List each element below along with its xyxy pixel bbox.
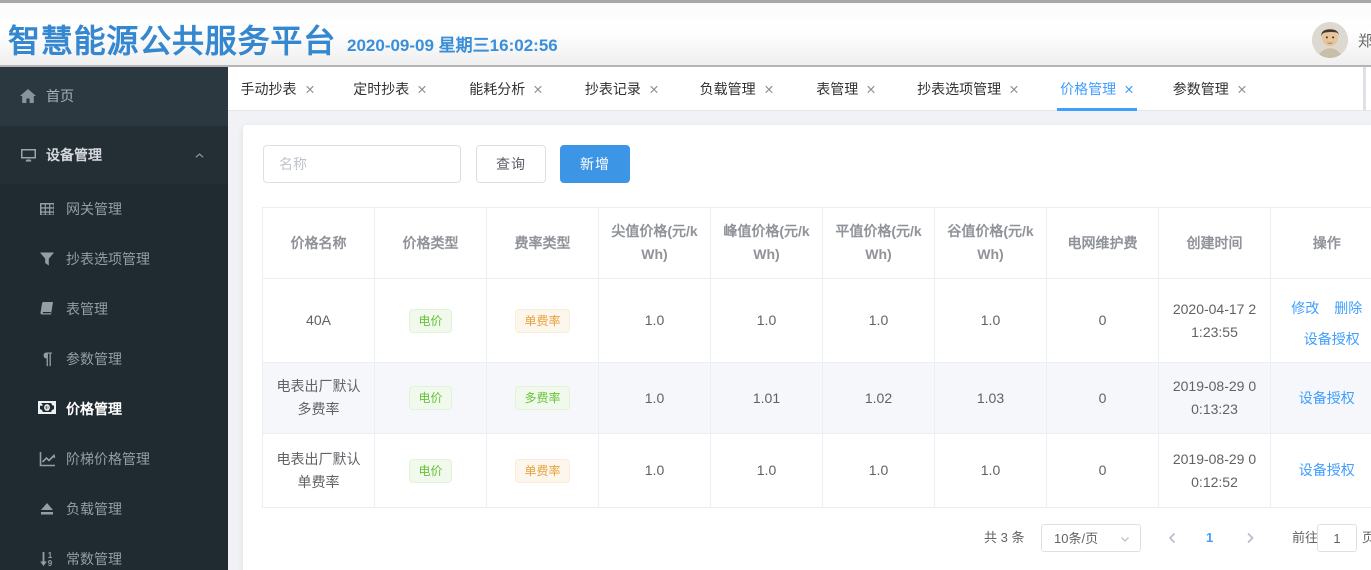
svg-text:9: 9 bbox=[48, 559, 53, 567]
svg-text:1: 1 bbox=[45, 403, 50, 412]
